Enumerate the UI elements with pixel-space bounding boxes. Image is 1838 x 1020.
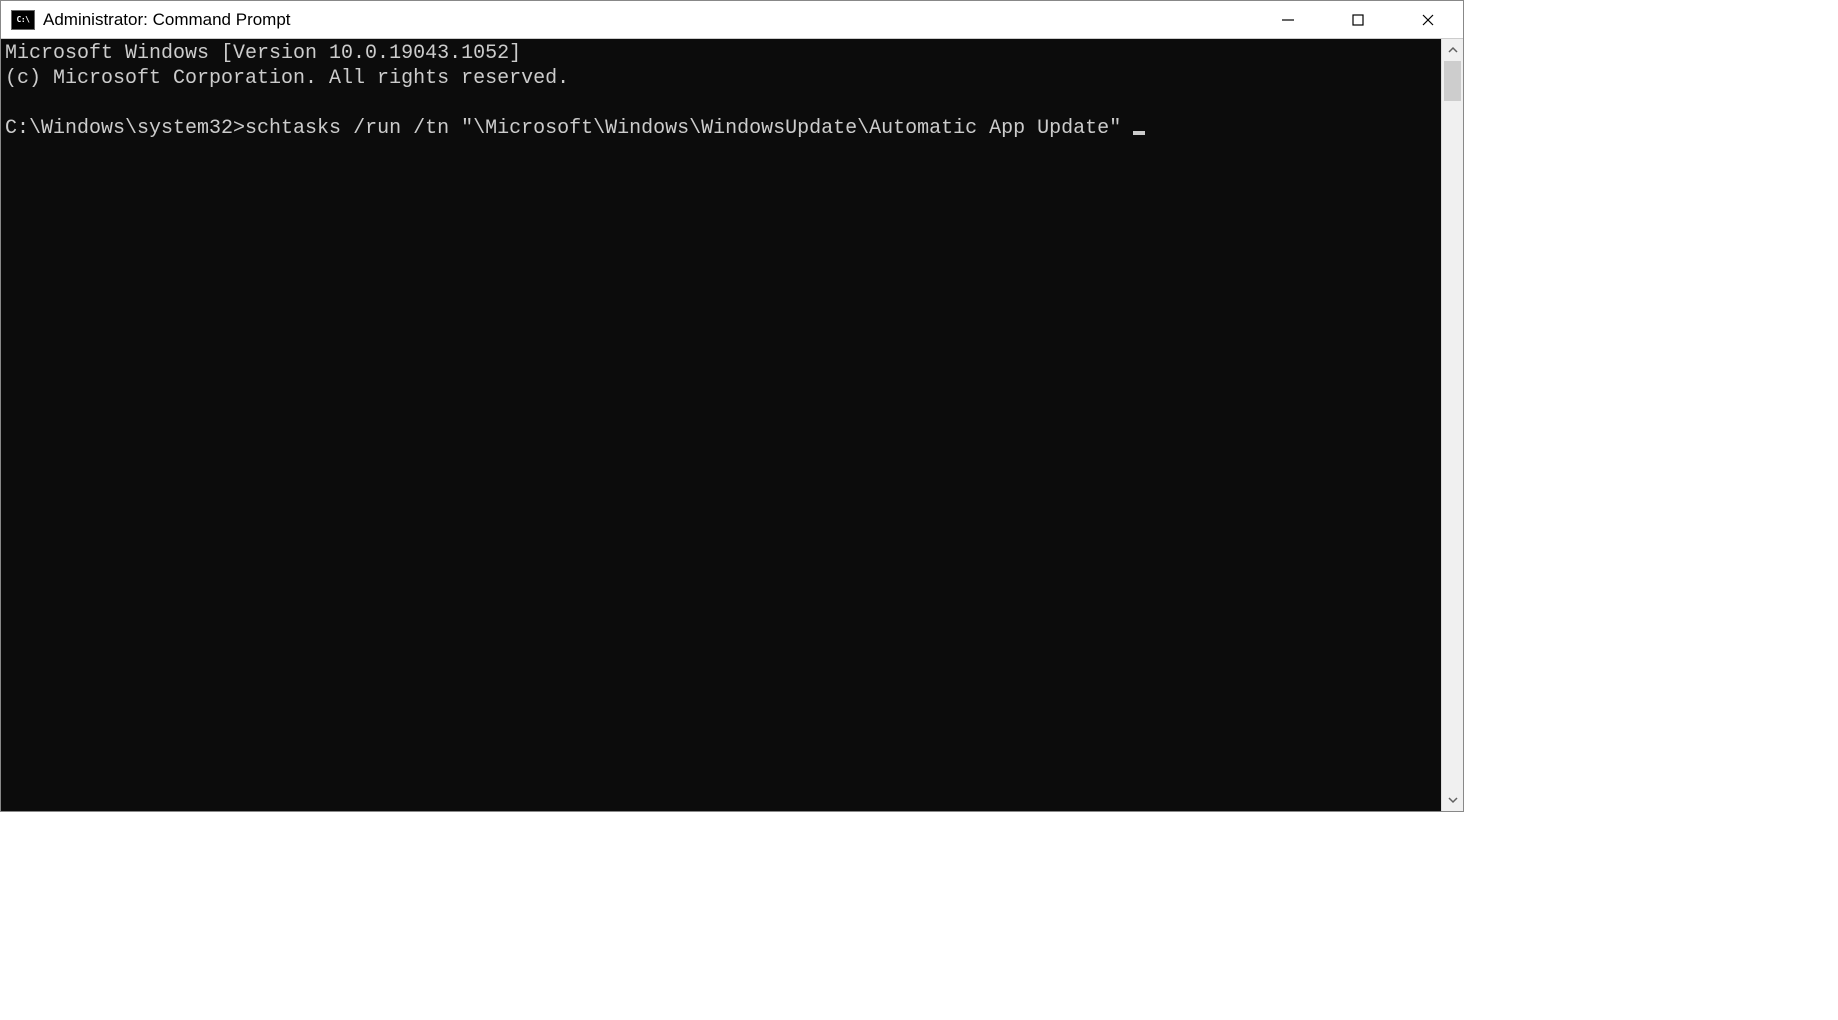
cursor-icon <box>1133 131 1145 135</box>
terminal-output[interactable]: Microsoft Windows [Version 10.0.19043.10… <box>1 39 1441 811</box>
minimize-icon <box>1281 13 1295 27</box>
window-title: Administrator: Command Prompt <box>43 10 1253 30</box>
copyright-line: (c) Microsoft Corporation. All rights re… <box>5 67 569 90</box>
maximize-button[interactable] <box>1323 1 1393 38</box>
command-input[interactable]: schtasks /run /tn "\Microsoft\Windows\Wi… <box>245 117 1133 140</box>
vertical-scrollbar[interactable] <box>1441 39 1463 811</box>
titlebar[interactable]: C:\ Administrator: Command Prompt <box>1 1 1463 39</box>
terminal-area: Microsoft Windows [Version 10.0.19043.10… <box>1 39 1463 811</box>
scroll-track[interactable] <box>1442 61 1463 789</box>
close-icon <box>1421 13 1435 27</box>
scroll-down-button[interactable] <box>1442 789 1463 811</box>
app-icon-label: C:\ <box>17 15 30 24</box>
version-line: Microsoft Windows [Version 10.0.19043.10… <box>5 42 521 65</box>
maximize-icon <box>1351 13 1365 27</box>
window-controls <box>1253 1 1463 38</box>
app-icon: C:\ <box>11 10 35 30</box>
close-button[interactable] <box>1393 1 1463 38</box>
chevron-up-icon <box>1448 45 1458 55</box>
prompt-text: C:\Windows\system32> <box>5 117 245 140</box>
scroll-thumb[interactable] <box>1444 61 1461 101</box>
scroll-up-button[interactable] <box>1442 39 1463 61</box>
minimize-button[interactable] <box>1253 1 1323 38</box>
chevron-down-icon <box>1448 795 1458 805</box>
